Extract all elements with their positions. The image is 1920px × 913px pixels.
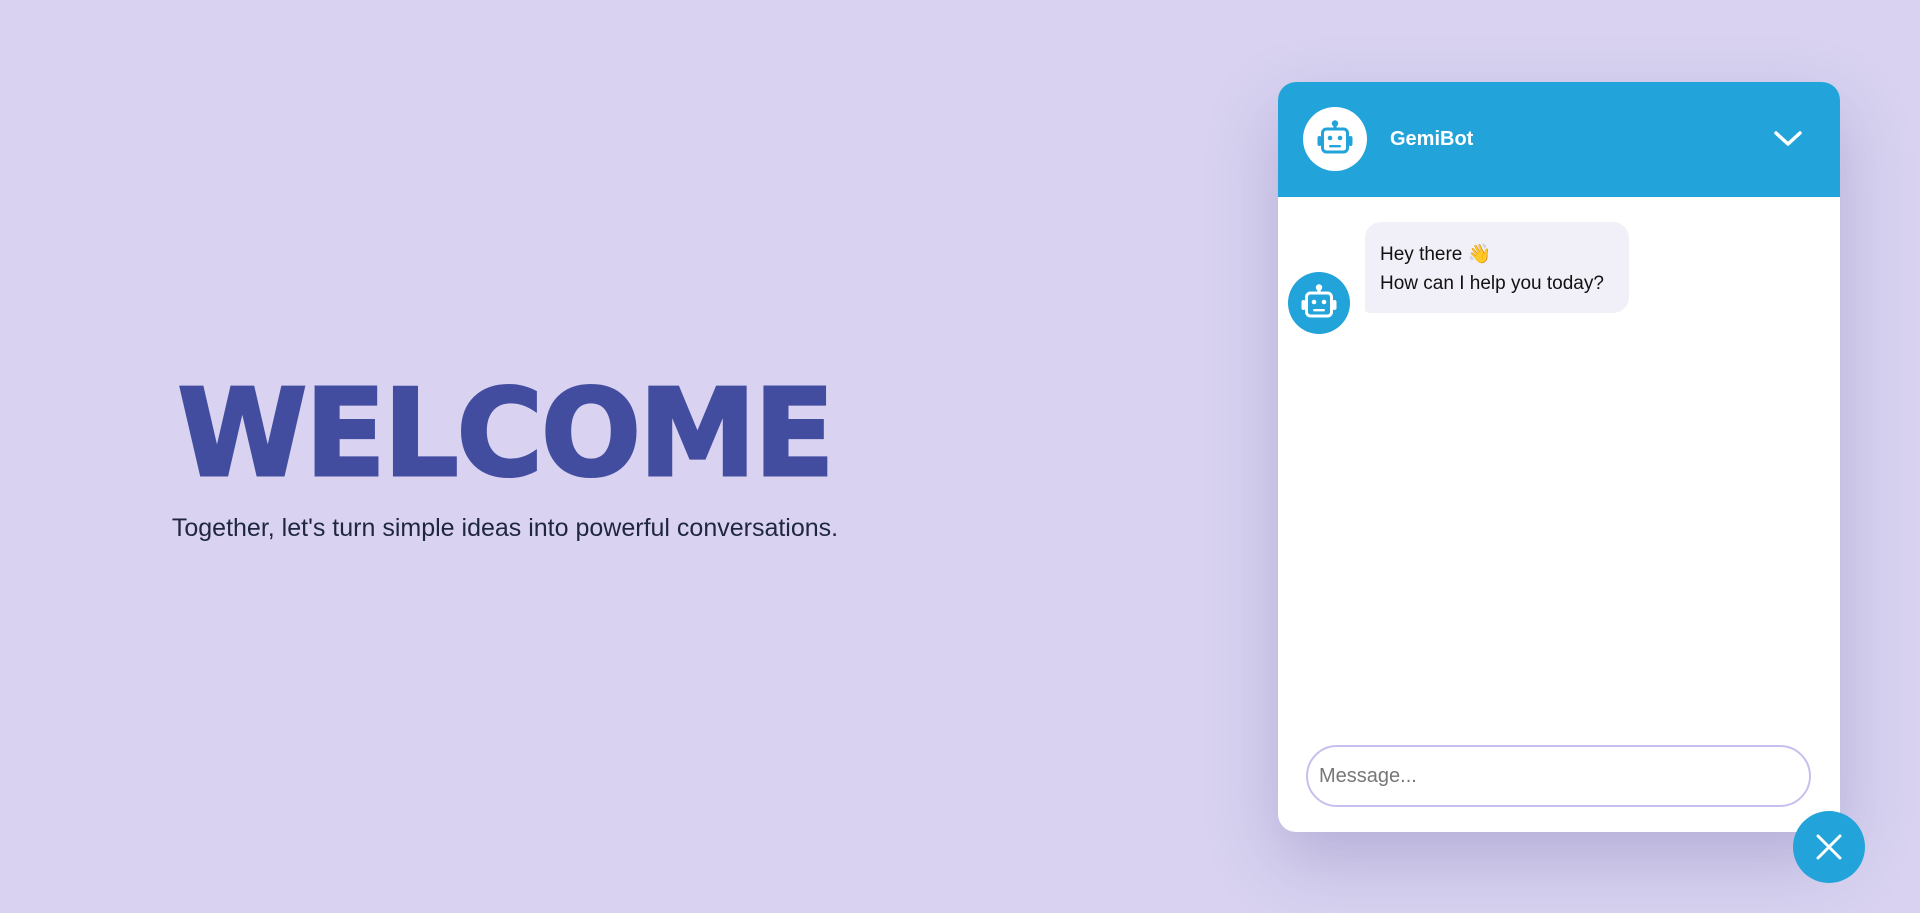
- robot-icon: [1301, 284, 1337, 318]
- welcome-subtitle: Together, let's turn simple ideas into p…: [171, 514, 839, 542]
- collapse-chat-button[interactable]: [1766, 117, 1810, 161]
- bot-message: Hey there 👋 How can I help you today?: [1288, 222, 1629, 334]
- close-icon: [1816, 834, 1842, 860]
- page: WELCOME Together, let's turn simple idea…: [0, 0, 1920, 913]
- robot-icon: [1317, 120, 1353, 154]
- chatbot-avatar: [1303, 107, 1367, 171]
- message-line-greeting: Hey there 👋: [1380, 244, 1492, 265]
- message-avatar: [1288, 272, 1350, 334]
- chat-body: Hey there 👋 How can I help you today?: [1278, 197, 1840, 717]
- message-input-wrapper: [1306, 745, 1811, 807]
- welcome-section: WELCOME Together, let's turn simple idea…: [0, 360, 1010, 544]
- message-line-question: How can I help you today?: [1380, 273, 1604, 294]
- chat-window: GemiBot Hey there 👋 How can I help you t…: [1278, 82, 1840, 832]
- chat-header: GemiBot: [1278, 82, 1840, 197]
- message-bubble: Hey there 👋 How can I help you today?: [1365, 222, 1629, 313]
- chevron-down-icon: [1774, 131, 1802, 146]
- message-input[interactable]: [1308, 747, 1809, 805]
- close-chat-button[interactable]: [1793, 811, 1865, 883]
- chat-title: GemiBot: [1390, 128, 1474, 150]
- welcome-title: WELCOME: [176, 364, 836, 506]
